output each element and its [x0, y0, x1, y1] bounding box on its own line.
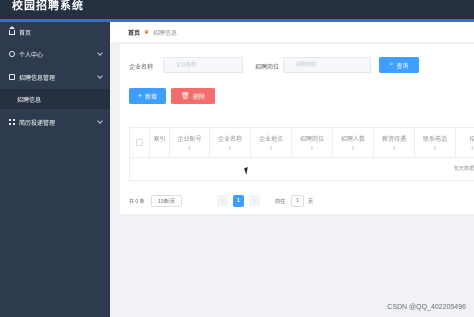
column-header-truncated[interactable]: 招 ⇕	[456, 128, 474, 158]
page-suffix: 页	[308, 198, 314, 205]
column-header-salary[interactable]: 薪资待遇 ⇕	[374, 128, 415, 158]
column-label: 联系电话	[422, 137, 447, 143]
column-label: 招聘人数	[340, 137, 365, 143]
sort-icon[interactable]: ⇕	[333, 146, 373, 152]
app-title: 校园招聘系统	[12, 0, 84, 12]
sort-icon[interactable]: ⇕	[415, 146, 455, 152]
sort-icon[interactable]: ⇕	[292, 146, 332, 152]
grid-icon	[9, 119, 15, 125]
column-label: 企业地点	[258, 137, 283, 143]
sidebar-item-recruitment-management[interactable]: 招聘信息管理	[0, 67, 110, 87]
breadcrumb-separator-icon: ❦	[144, 29, 150, 36]
column-label: 招	[456, 134, 474, 143]
sidebar: 首页 个人中心 招聘信息管理 招聘信息 简历投递管理	[0, 22, 110, 317]
add-button-label: 新增	[145, 94, 158, 101]
home-icon	[9, 25, 15, 35]
chevron-down-icon	[97, 118, 103, 124]
delete-button[interactable]: 🗑 删除	[171, 88, 215, 104]
main-content: 首页 ❦ 招聘信息 企业名称 招聘岗位 ⌕ 查询 + 新增 🗑 删除 索引	[110, 22, 474, 317]
sidebar-item-recruitment-info[interactable]: 招聘信息	[0, 89, 110, 109]
sidebar-item-home[interactable]: 首页	[0, 22, 110, 42]
breadcrumb-home[interactable]: 首页	[128, 28, 140, 37]
page-number-current[interactable]: 1	[233, 195, 244, 207]
select-all-checkbox[interactable]	[136, 139, 143, 146]
data-table: 索引 企业账号 ⇕ 企业名称 ⇕ 企业地点 ⇕ 招聘岗位 ⇕ 招聘人数 ⇕ 薪资…	[129, 127, 474, 181]
column-label: 企业名称	[217, 137, 242, 143]
trash-icon: 🗑	[181, 93, 190, 100]
next-page-button[interactable]: ›	[249, 195, 260, 207]
query-button-label: 查询	[396, 63, 409, 70]
select-all-cell	[130, 128, 150, 158]
sidebar-item-label: 招聘信息	[17, 97, 42, 104]
sidebar-item-label: 首页	[19, 30, 32, 37]
company-name-label: 企业名称	[129, 65, 154, 71]
page-size-select[interactable]: 10条/页	[151, 195, 182, 207]
column-header-company-name[interactable]: 企业名称 ⇕	[210, 128, 251, 158]
column-header-headcount[interactable]: 招聘人数 ⇕	[333, 128, 374, 158]
content-panel: 企业名称 招聘岗位 ⌕ 查询 + 新增 🗑 删除 索引 企	[120, 44, 474, 214]
column-header-position[interactable]: 招聘岗位 ⇕	[292, 128, 333, 158]
table-empty-text: 暂无数据	[453, 166, 474, 172]
column-label: 索引	[153, 137, 166, 143]
chevron-down-icon	[97, 73, 103, 79]
pagination-total: 共 0 条	[129, 198, 145, 205]
company-name-input[interactable]	[163, 57, 243, 73]
column-label: 薪资待遇	[381, 137, 406, 143]
table-header: 索引 企业账号 ⇕ 企业名称 ⇕ 企业地点 ⇕ 招聘岗位 ⇕ 招聘人数 ⇕ 薪资…	[130, 128, 474, 158]
column-header-company-account[interactable]: 企业账号 ⇕	[170, 128, 210, 158]
sidebar-item-label: 招聘信息管理	[19, 75, 56, 82]
sort-icon[interactable]: ⇕	[456, 146, 474, 152]
sidebar-item-resume-management[interactable]: 简历投递管理	[0, 112, 110, 132]
sidebar-item-label: 简历投递管理	[19, 120, 56, 127]
sort-icon[interactable]: ⇕	[210, 146, 250, 152]
sort-icon[interactable]: ⇕	[251, 146, 291, 152]
delete-button-label: 删除	[192, 94, 205, 101]
add-button[interactable]: + 新增	[129, 88, 166, 104]
position-input[interactable]	[283, 57, 371, 73]
plus-icon: +	[137, 92, 143, 100]
sort-icon[interactable]: ⇕	[374, 146, 414, 152]
column-header-company-location[interactable]: 企业地点 ⇕	[251, 128, 292, 158]
watermark: CSDN @QQ_402205496	[387, 304, 466, 311]
position-label: 招聘岗位	[255, 65, 280, 71]
briefcase-icon	[9, 74, 15, 80]
chevron-down-icon	[97, 50, 103, 56]
search-icon: ⌕	[389, 61, 394, 68]
top-header: 校园招聘系统	[0, 0, 474, 22]
column-label: 企业账号	[177, 137, 202, 143]
breadcrumb: 首页 ❦ 招聘信息	[110, 22, 474, 42]
goto-label: 前往	[275, 198, 286, 205]
query-button[interactable]: ⌕ 查询	[379, 57, 419, 73]
goto-page-input[interactable]: 1	[291, 195, 304, 207]
user-icon	[9, 51, 15, 57]
column-label: 招聘岗位	[299, 137, 324, 143]
breadcrumb-current: 招聘信息	[153, 30, 178, 37]
prev-page-button[interactable]: ‹	[217, 195, 228, 207]
sort-icon[interactable]: ⇕	[170, 146, 209, 152]
column-header-phone[interactable]: 联系电话 ⇕	[415, 128, 456, 158]
column-header-index[interactable]: 索引	[150, 128, 170, 158]
sidebar-item-personal-center[interactable]: 个人中心	[0, 44, 110, 64]
sidebar-item-label: 个人中心	[19, 52, 44, 59]
